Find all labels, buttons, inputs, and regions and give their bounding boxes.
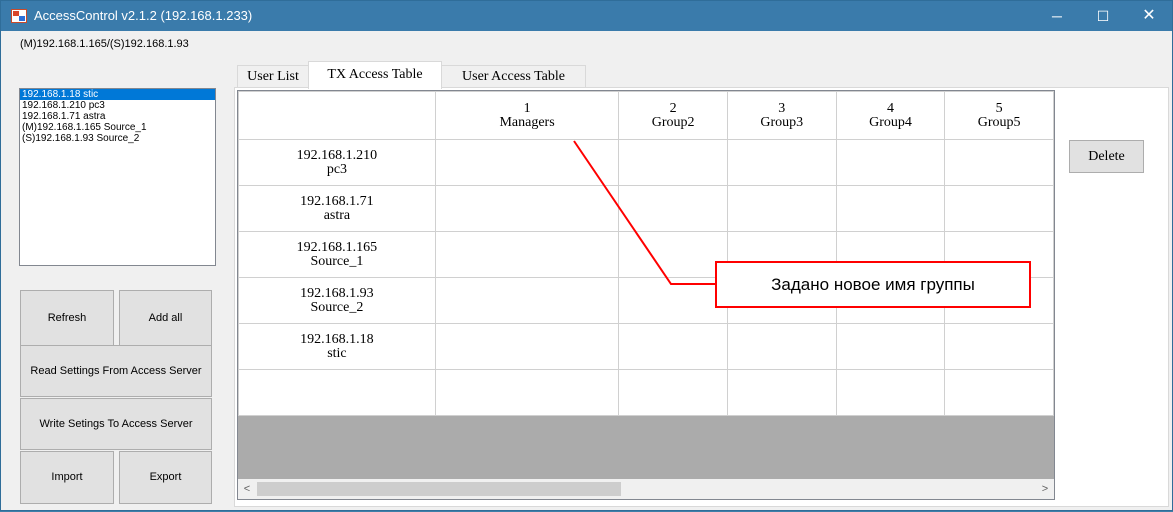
- minimize-button[interactable]: ─: [1034, 1, 1080, 31]
- device-list-item[interactable]: 192.168.1.210 pc3: [20, 100, 215, 111]
- access-cell[interactable]: [618, 185, 728, 232]
- access-cell[interactable]: [618, 231, 728, 278]
- access-cell[interactable]: [434, 369, 620, 416]
- access-cell[interactable]: [434, 323, 620, 370]
- tab-user-list[interactable]: User List: [237, 65, 309, 87]
- row-ip: 192.168.1.93: [300, 285, 374, 301]
- row-device-name: Source_1: [310, 253, 364, 269]
- scroll-left-arrow-icon[interactable]: <: [238, 479, 256, 499]
- column-group-name: Managers: [499, 114, 555, 130]
- export-button[interactable]: Export: [119, 451, 212, 504]
- column-group-name: Group5: [977, 114, 1021, 130]
- column-group-name: Group4: [869, 114, 912, 130]
- row-ip: 192.168.1.18: [300, 331, 374, 347]
- column-number: 4: [886, 100, 894, 116]
- access-cell[interactable]: [835, 323, 946, 370]
- scroll-thumb[interactable]: [257, 482, 621, 496]
- row-header[interactable]: 192.168.1.93 Source_2: [238, 277, 436, 324]
- corner-header-cell: [238, 91, 436, 140]
- access-table: 1 Managers 2 Group2 3 Group3 4 Group4 5 Group…: [238, 91, 1054, 416]
- refresh-button[interactable]: Refresh: [20, 290, 114, 346]
- table-row: 192.168.1.71 astra: [238, 185, 1054, 232]
- window-title: AccessControl v2.1.2 (192.168.1.233): [34, 8, 253, 23]
- delete-button[interactable]: Delete: [1069, 140, 1144, 173]
- access-cell[interactable]: [726, 139, 837, 186]
- access-cell[interactable]: [835, 139, 946, 186]
- table-row: 192.168.1.18 stic: [238, 323, 1054, 370]
- device-list-item[interactable]: (M)192.168.1.165 Source_1: [20, 122, 215, 133]
- access-cell[interactable]: [726, 369, 837, 416]
- column-header[interactable]: 1 Managers: [434, 91, 620, 140]
- device-list-item[interactable]: 192.168.1.18 stic: [20, 89, 215, 100]
- row-device-name: stic: [327, 345, 347, 361]
- column-number: 3: [778, 100, 786, 116]
- row-ip: 192.168.1.210: [296, 147, 378, 163]
- access-cell[interactable]: [944, 185, 1054, 232]
- access-cell[interactable]: [835, 369, 946, 416]
- row-ip: 192.168.1.165: [296, 239, 378, 255]
- app-icon: [11, 9, 27, 23]
- close-button[interactable]: ✕: [1126, 1, 1172, 31]
- device-list-item[interactable]: (S)192.168.1.93 Source_2: [20, 133, 215, 144]
- access-cell[interactable]: [434, 231, 620, 278]
- tab-tx-access-table[interactable]: TX Access Table: [308, 61, 442, 89]
- row-ip: 192.168.1.71: [300, 193, 374, 209]
- access-server-label: (M)192.168.1.165/(S)192.168.1.93: [20, 38, 189, 50]
- access-cell[interactable]: [618, 369, 728, 416]
- import-button[interactable]: Import: [20, 451, 114, 504]
- title-bar[interactable]: AccessControl v2.1.2 (192.168.1.233) ─ ☐…: [1, 1, 1172, 31]
- access-cell[interactable]: [944, 369, 1054, 416]
- annotation-callout: Задано новое имя группы: [715, 261, 1031, 308]
- device-list[interactable]: 192.168.1.18 stic 192.168.1.210 pc3 192.…: [19, 88, 216, 266]
- table-header-row: 1 Managers 2 Group2 3 Group3 4 Group4 5 Group…: [238, 91, 1054, 140]
- app-window: AccessControl v2.1.2 (192.168.1.233) ─ ☐…: [0, 0, 1173, 511]
- table-row: [238, 369, 1054, 416]
- access-cell[interactable]: [835, 185, 946, 232]
- maximize-button[interactable]: ☐: [1080, 1, 1126, 31]
- column-header[interactable]: 2 Group2: [618, 91, 728, 140]
- access-cell[interactable]: [944, 323, 1054, 370]
- column-header[interactable]: 5 Group5: [944, 91, 1054, 140]
- column-number: 5: [995, 100, 1003, 116]
- column-header[interactable]: 4 Group4: [835, 91, 946, 140]
- tab-user-access-table[interactable]: User Access Table: [441, 65, 586, 87]
- access-cell[interactable]: [434, 185, 620, 232]
- column-number: 2: [669, 100, 677, 116]
- table-row: 192.168.1.210 pc3: [238, 139, 1054, 186]
- scroll-right-arrow-icon[interactable]: >: [1036, 479, 1054, 499]
- write-settings-button[interactable]: Write Setings To Access Server: [20, 398, 212, 450]
- access-cell[interactable]: [618, 323, 728, 370]
- access-cell[interactable]: [944, 139, 1054, 186]
- read-settings-button[interactable]: Read Settings From Access Server: [20, 345, 212, 397]
- access-cell[interactable]: [726, 185, 837, 232]
- column-header[interactable]: 3 Group3: [726, 91, 837, 140]
- row-header[interactable]: 192.168.1.18 stic: [238, 323, 436, 370]
- column-number: 1: [523, 100, 531, 116]
- column-group-name: Group3: [760, 114, 804, 130]
- row-device-name: Source_2: [310, 299, 364, 315]
- column-group-name: Group2: [651, 114, 695, 130]
- horizontal-scrollbar[interactable]: < >: [238, 479, 1054, 499]
- row-device-name: astra: [323, 207, 351, 223]
- row-header[interactable]: [238, 369, 436, 416]
- access-cell[interactable]: [434, 277, 620, 324]
- access-cell[interactable]: [618, 277, 728, 324]
- row-header[interactable]: 192.168.1.165 Source_1: [238, 231, 436, 278]
- access-cell[interactable]: [434, 139, 620, 186]
- access-cell[interactable]: [726, 323, 837, 370]
- row-device-name: pc3: [326, 161, 348, 177]
- row-header[interactable]: 192.168.1.71 astra: [238, 185, 436, 232]
- device-list-item[interactable]: 192.168.1.71 astra: [20, 111, 215, 122]
- row-header[interactable]: 192.168.1.210 pc3: [238, 139, 436, 186]
- access-cell[interactable]: [618, 139, 728, 186]
- add-all-button[interactable]: Add all: [119, 290, 212, 346]
